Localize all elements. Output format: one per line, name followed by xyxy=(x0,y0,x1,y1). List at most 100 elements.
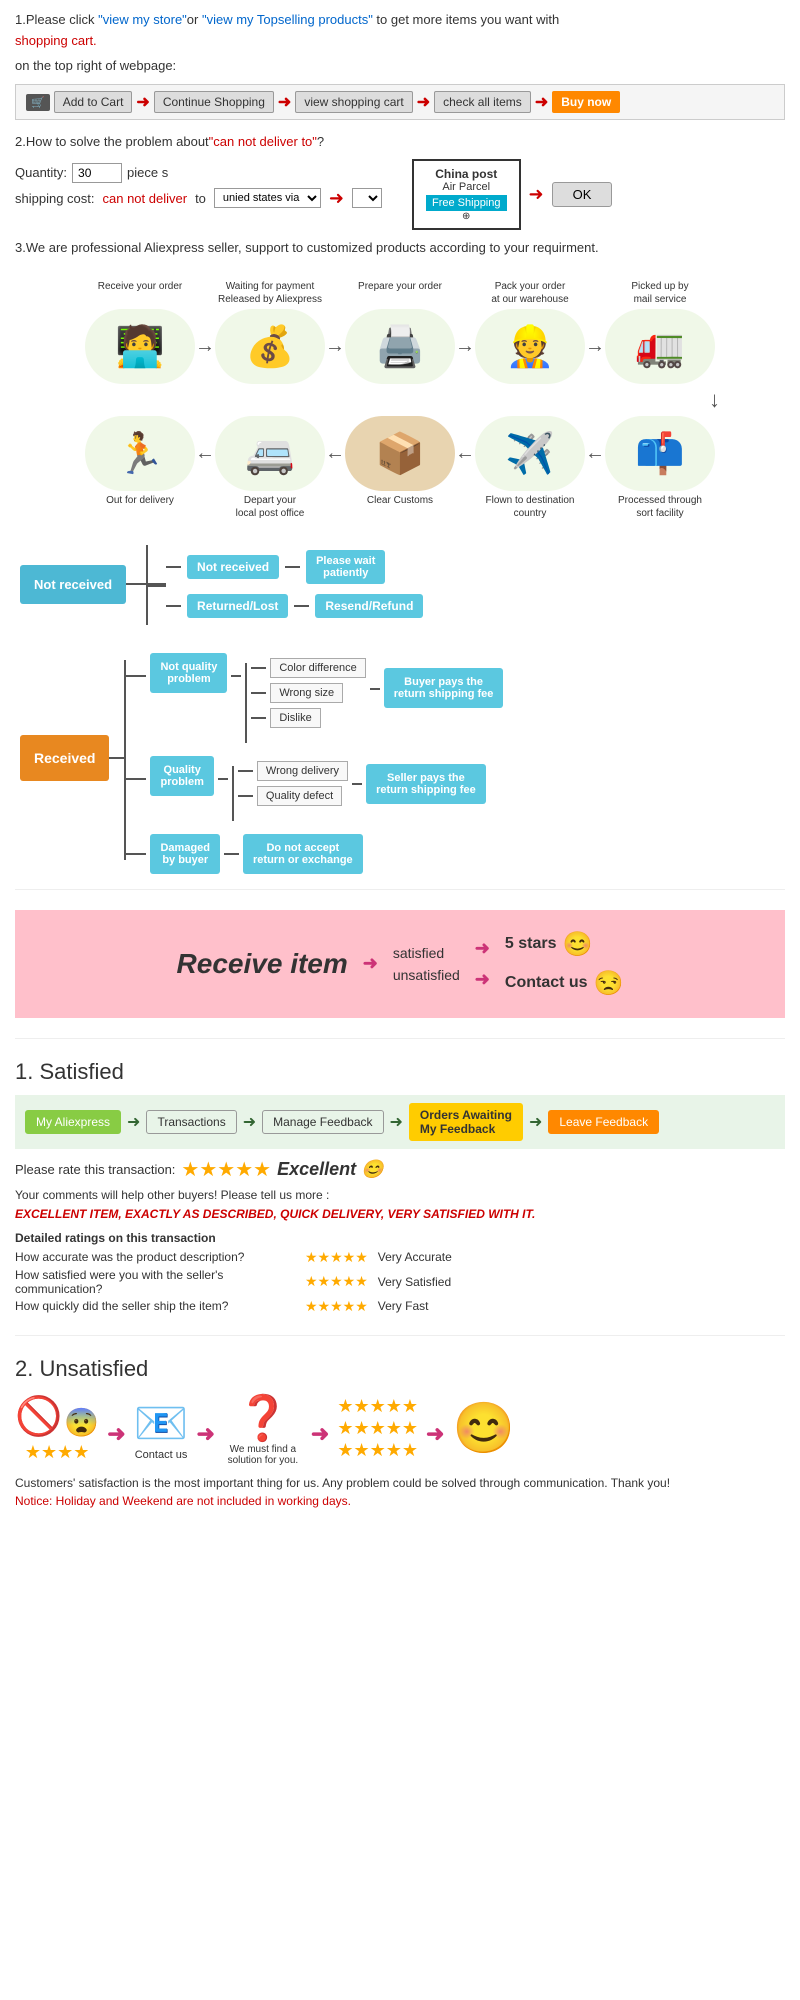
d-hline2 xyxy=(224,853,239,855)
step-label-1: Receive your order xyxy=(85,280,195,306)
rating-row-1: How accurate was the product description… xyxy=(15,1249,785,1266)
transactions-btn[interactable]: Transactions xyxy=(146,1110,236,1134)
rating-row-3: How quickly did the seller ship the item… xyxy=(15,1298,785,1315)
arrow-to-ok: ➜ xyxy=(529,184,544,205)
email-icon: 📧 xyxy=(134,1397,189,1449)
china-post-box: China post Air Parcel Free Shipping ⊕ xyxy=(412,159,521,230)
q-hline2 xyxy=(218,778,228,780)
wrong-delivery-row: Wrong delivery xyxy=(238,761,348,781)
continue-shopping-btn[interactable]: Continue Shopping xyxy=(154,91,274,113)
wrong-delivery-box: Wrong delivery xyxy=(257,761,348,781)
receive-outcomes: satisfied unsatisfied xyxy=(393,945,460,983)
quantity-row: Quantity: piece s xyxy=(15,163,382,183)
happy-face-icon: 😊 xyxy=(452,1399,514,1458)
result-arrows: ➜ ➜ xyxy=(475,938,490,990)
dislike-row: Dislike xyxy=(251,708,365,728)
nq-hline xyxy=(126,675,146,677)
color-diff-row: Color difference xyxy=(251,658,365,678)
view-store-link[interactable]: "view my store" xyxy=(98,12,187,27)
not-received-root: Not received xyxy=(20,565,126,604)
arrow2: ➜ xyxy=(278,92,291,112)
q-vline xyxy=(232,766,234,821)
step-icon-4: 👷 xyxy=(475,309,585,384)
not-quality-row: Not qualityproblem Color difference Wron… xyxy=(126,653,503,743)
step-icon-3: 🖨️ xyxy=(345,309,455,384)
q-hline3 xyxy=(352,783,362,785)
satisfied-row: satisfied xyxy=(393,945,460,961)
rate-row: Please rate this transaction: ★★★★★ Exce… xyxy=(15,1157,785,1182)
unsat-arrow-2: ➜ xyxy=(196,1421,214,1447)
unsat-item-2: 📧 Contact us xyxy=(134,1397,189,1461)
section1-text: 1.Please click "view my store"or "view m… xyxy=(15,10,785,52)
rating-q1: How accurate was the product description… xyxy=(15,1250,295,1264)
shipping-method-select[interactable] xyxy=(352,188,382,208)
unsat-item-1: 🚫 😨 ★★★★ xyxy=(15,1395,99,1463)
unsatisfied-label: unsatisfied xyxy=(393,967,460,983)
quantity-label: Quantity: xyxy=(15,165,67,180)
step-label-5: Picked up bymail service xyxy=(605,280,715,306)
flow-arrow-4: → xyxy=(585,335,605,358)
unsat-item-3: ❓ We must find a solution for you. xyxy=(223,1392,303,1466)
step-label-3: Prepare your order xyxy=(345,280,455,306)
detailed-label: Detailed ratings on this transaction xyxy=(15,1231,785,1245)
my-aliexpress-btn[interactable]: My Aliexpress xyxy=(25,1110,121,1134)
resend-refund-box: Resend/Refund xyxy=(315,594,423,618)
flow-arrow-3: → xyxy=(455,335,475,358)
rating-result-2: Very Satisfied xyxy=(378,1275,451,1289)
wrong-size-row: Wrong size xyxy=(251,683,365,703)
nq-hline2 xyxy=(231,675,241,677)
divider-2 xyxy=(15,1038,785,1039)
flow-arrow-1: → xyxy=(195,335,215,358)
fb-arrow-4: ➜ xyxy=(529,1112,542,1132)
divider-3 xyxy=(15,1335,785,1336)
recv-hline xyxy=(109,757,124,759)
quality-row: Qualityproblem Wrong delivery Quality de… xyxy=(126,756,503,821)
unsatisfied-row: unsatisfied xyxy=(393,967,460,983)
view-topselling-link[interactable]: "view my Topselling products" xyxy=(202,12,373,27)
page-container: 1.Please click "view my store"or "view m… xyxy=(0,0,800,1538)
unsat-item-5: 😊 xyxy=(452,1399,514,1458)
quantity-input[interactable] xyxy=(72,163,122,183)
shipping-select[interactable]: unied states via xyxy=(214,188,321,208)
shopping-cart-text: shopping cart. xyxy=(15,33,97,48)
ok-button[interactable]: OK xyxy=(552,182,613,207)
step-icon-7: 🚐 xyxy=(215,416,325,491)
section-1: 1.Please click "view my store"or "view m… xyxy=(15,10,785,120)
step-icon-8: 📦 xyxy=(345,416,455,491)
wrong-size-box: Wrong size xyxy=(270,683,343,703)
nr-branch-1: Not received Please waitpatiently xyxy=(166,550,423,584)
manage-feedback-btn[interactable]: Manage Feedback xyxy=(262,1110,383,1134)
receive-item-section: Receive item ➜ satisfied unsatisfied ➜ ➜… xyxy=(15,910,785,1018)
flow-arrow-2: → xyxy=(325,335,345,358)
nr-branch-2: Returned/Lost Resend/Refund xyxy=(166,594,423,618)
quality-box: Qualityproblem xyxy=(150,756,213,796)
view-cart-btn[interactable]: view shopping cart xyxy=(295,91,412,113)
fb-arrow-2: ➜ xyxy=(243,1112,256,1132)
unsat-item-4: ★★★★★★★★★★★★★★★ xyxy=(337,1396,418,1461)
buy-now-btn[interactable]: Buy now xyxy=(552,91,620,113)
step-icon-10: 📫 xyxy=(605,416,715,491)
leave-feedback-btn[interactable]: Leave Feedback xyxy=(548,1110,659,1134)
unsat-arrow-4: ➜ xyxy=(426,1421,444,1447)
unsat-arrow-1: ➜ xyxy=(107,1421,125,1447)
cart-flow: 🛒 Add to Cart ➜ Continue Shopping ➜ view… xyxy=(15,84,785,120)
check-items-btn[interactable]: check all items xyxy=(434,91,531,113)
to-text: to xyxy=(195,191,206,206)
color-diff-box: Color difference xyxy=(270,658,365,678)
orders-awaiting-btn[interactable]: Orders AwaitingMy Feedback xyxy=(409,1103,523,1141)
d-hline xyxy=(126,853,146,855)
cannot-deliver-title: "can not deliver to" xyxy=(209,134,317,149)
scared-icon: 😨 xyxy=(64,1406,99,1439)
rating-row-2: How satisfied were you with the seller's… xyxy=(15,1268,785,1296)
contact-us-unsat: Contact us xyxy=(135,1449,188,1461)
order-flow: Receive your order Waiting for paymentRe… xyxy=(15,270,785,530)
step-label-9: Flown to destinationcountry xyxy=(475,494,585,520)
step-label-7: Depart yourlocal post office xyxy=(215,494,325,520)
china-post-label2: Air Parcel xyxy=(426,181,507,193)
add-to-cart-btn[interactable]: Add to Cart xyxy=(54,91,133,113)
excellent-label: Excellent 😊 xyxy=(277,1159,383,1180)
fb-arrow-1: ➜ xyxy=(127,1112,140,1132)
dislike-box: Dislike xyxy=(270,708,320,728)
unsat-flow: 🚫 😨 ★★★★ ➜ 📧 Contact us ➜ ❓ We must find… xyxy=(15,1392,785,1466)
shipping-row: shipping cost: can not deliver to unied … xyxy=(15,188,382,209)
